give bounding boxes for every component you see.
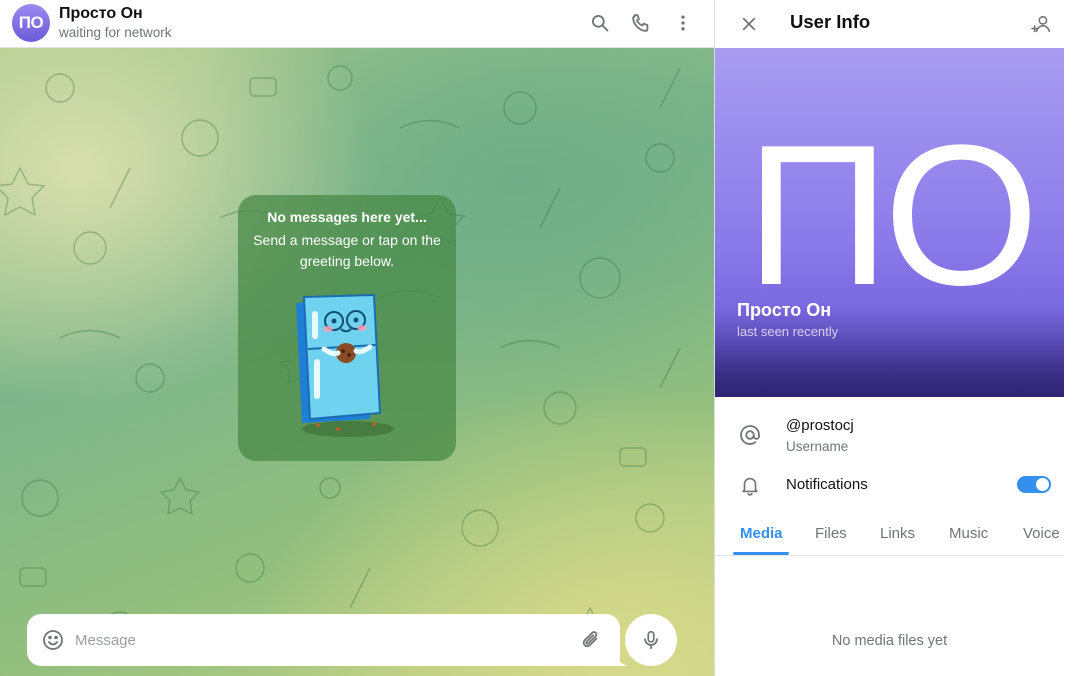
tab-music[interactable]: Music <box>949 525 988 542</box>
chat-background: No messages here yet... Send a message o… <box>0 48 714 676</box>
active-tab-indicator <box>733 552 789 555</box>
peer-avatar[interactable]: ПО <box>12 4 50 42</box>
empty-media-text: No media files yet <box>831 633 948 649</box>
profile-status: last seen recently <box>737 324 839 339</box>
message-composer <box>27 614 620 666</box>
chat-header[interactable]: ПО Просто Он waiting for network <box>0 0 714 48</box>
media-tabs: Media Files Links Music Voice <box>715 514 1064 556</box>
profile-name: Просто Он <box>737 300 832 320</box>
search-icon <box>592 15 609 32</box>
avatar-initials: ПО <box>18 13 44 32</box>
microphone-icon <box>644 630 658 650</box>
close-button[interactable] <box>735 10 763 38</box>
voice-record-button[interactable] <box>625 614 677 666</box>
tab-media[interactable]: Media <box>740 525 783 542</box>
panel-header: User Info <box>715 0 1084 48</box>
search-button[interactable] <box>587 10 613 36</box>
peer-status: waiting for network <box>59 25 172 40</box>
paperclip-icon[interactable] <box>579 628 603 652</box>
bell-icon <box>737 472 763 498</box>
fridge-sticker[interactable] <box>278 291 418 441</box>
user-info-panel: User Info ПО Просто Он last seen recentl… <box>714 0 1084 676</box>
username-label: Username <box>786 439 849 454</box>
peer-name[interactable]: Просто Он <box>59 5 143 23</box>
notifications-toggle[interactable] <box>1017 476 1051 493</box>
username-row[interactable]: @prostocj Username <box>715 410 1084 462</box>
telegram-app: ПО Просто Он waiting for network No mess… <box>0 0 1084 676</box>
profile-photo[interactable]: ПО <box>715 48 1064 397</box>
composer-tail <box>612 648 628 666</box>
empty-text: Send a message or tap on the greeting be… <box>253 232 441 269</box>
username-value: @prostocj <box>786 417 854 434</box>
message-input[interactable] <box>75 626 565 654</box>
notifications-label: Notifications <box>786 476 868 493</box>
chat-area: ПО Просто Он waiting for network No mess… <box>0 0 714 676</box>
at-sign-icon <box>737 422 763 448</box>
add-user-icon <box>1031 15 1051 33</box>
phone-icon <box>632 14 649 32</box>
call-button[interactable] <box>628 10 654 36</box>
add-contact-button[interactable] <box>1027 9 1057 39</box>
tab-voice[interactable]: Voice <box>1023 525 1060 542</box>
empty-title: No messages here yet... <box>267 209 427 225</box>
panel-title: User Info <box>790 11 871 32</box>
tab-links[interactable]: Links <box>880 525 915 542</box>
more-button[interactable] <box>670 10 696 36</box>
more-vertical-icon <box>681 15 685 31</box>
tab-files[interactable]: Files <box>815 525 847 542</box>
photo-initials: ПО <box>745 104 1039 327</box>
smile-icon[interactable] <box>41 628 65 652</box>
close-icon <box>742 17 756 31</box>
empty-chat-card: No messages here yet... Send a message o… <box>238 195 456 461</box>
